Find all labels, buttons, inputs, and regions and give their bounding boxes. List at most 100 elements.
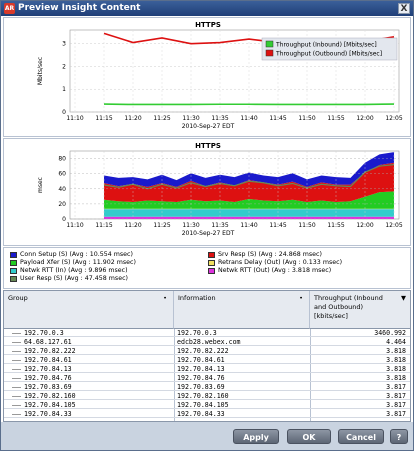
cell-throughput: 3.818 <box>386 356 406 364</box>
cell-group: 192.70.84.61 <box>24 356 72 364</box>
table-row[interactable]: 192.70.84.105 192.70.84.105 3.817 <box>4 401 410 409</box>
chart-title: HTTPS <box>195 142 221 150</box>
throughput-chart-panel: HTTPS 0 1 2 3 11:10 11:15 11:20 11:25 11:30 11:35 1… <box>3 17 411 137</box>
table-row[interactable]: 192.70.84.33 192.70.84.33 3.817 <box>4 410 410 418</box>
table-row[interactable]: 192.70.83.69 192.70.83.69 3.817 <box>4 383 410 391</box>
legend-label: Throughput (Outbound) [Mbits/sec] <box>275 51 382 58</box>
x-tick-label: 11:40 <box>240 222 257 229</box>
legend-item-retrans-delay: Retrans Delay (Out) (Avg : 0.133 msec) <box>208 259 342 266</box>
table-row[interactable]: 192.70.82.160 192.70.82.160 3.817 <box>4 392 410 400</box>
legend-item-srv-resp: Srv Resp (S) (Avg : 24.868 msec) <box>208 251 322 258</box>
title-bar[interactable]: AR Preview Insight Content X <box>1 1 413 16</box>
x-axis-label: 2010-Sep-27 EDT <box>182 230 235 237</box>
legend-label: Srv Resp (S) (Avg : 24.868 msec) <box>218 251 322 258</box>
tree-connector <box>12 333 21 334</box>
tree-connector <box>12 378 21 379</box>
close-button[interactable]: X <box>398 3 410 14</box>
legend-swatch <box>208 251 215 258</box>
cell-information: 192.70.84.33 <box>177 410 225 418</box>
x-tick-label: 11:15 <box>95 115 112 122</box>
table-row[interactable]: 64.68.127.61 edcb28.webex.com 4.464 <box>4 338 410 346</box>
table-row[interactable]: 192.70.84.76 192.70.84.76 3.818 <box>4 374 410 382</box>
x-tick-label: 12:05 <box>385 222 402 229</box>
tree-connector <box>12 414 21 415</box>
x-tick-label: 11:25 <box>153 115 170 122</box>
legend-swatch <box>208 259 215 266</box>
cell-information: 192.70.83.69 <box>177 383 225 391</box>
help-button[interactable]: ? <box>390 429 408 444</box>
sort-descending-icon: ▼ <box>401 294 406 302</box>
y-axis-label: Mbits/sec <box>37 57 44 85</box>
apply-button[interactable]: Apply <box>233 429 279 444</box>
tree-connector <box>12 396 21 397</box>
cell-group: 192.70.0.3 <box>24 329 64 337</box>
cell-group: 192.70.84.33 <box>24 410 72 418</box>
legend-swatch <box>10 259 17 266</box>
ok-button[interactable]: OK <box>287 429 331 444</box>
legend-swatch <box>10 251 17 258</box>
cell-throughput: 3.818 <box>386 347 406 355</box>
cell-throughput: 3.817 <box>386 401 406 409</box>
response-time-chart: HTTPS02040608011:10 11:15 11:20 11:25 11:30 1… <box>37 142 403 237</box>
x-tick-label: 11:40 <box>240 115 257 122</box>
x-tick-label: 12:05 <box>385 115 402 122</box>
cell-information: 192.70.84.13 <box>177 365 225 373</box>
area-netwk-rtt-out <box>104 216 394 219</box>
preview-insight-dialog: AR Preview Insight Content X HTTPS 0 1 2 3 11… <box>0 0 414 451</box>
legend-item-payload-xfer: Payload Xfer (S) (Avg : 11.902 msec) <box>10 259 136 266</box>
table-row[interactable]: 192.70.84.13 192.70.84.13 3.818 <box>4 365 410 373</box>
column-header-information[interactable]: Information • <box>174 291 310 329</box>
response-time-legend: Conn Setup (S) (Avg : 10.554 msec) Srv R… <box>3 247 411 289</box>
throughput-chart: HTTPS012311:10 11:15 11:20 11:25 11:30 11:35 1… <box>37 21 403 130</box>
column-header-throughput[interactable]: Throughput (Inbound and Outbound) [kbits… <box>310 291 410 329</box>
x-tick-label: 11:10 <box>66 115 83 122</box>
y-tick-label: 60 <box>58 171 66 178</box>
column-header-label: Information <box>178 294 216 302</box>
sort-dot-icon: • <box>299 294 303 302</box>
table-row[interactable]: 192.70.0.3 192.70.0.3 3460.992 <box>4 329 410 337</box>
x-tick-label: 11:50 <box>298 222 315 229</box>
tree-connector <box>12 369 21 370</box>
cell-throughput: 3460.992 <box>374 329 406 337</box>
legend-label: Payload Xfer (S) (Avg : 11.902 msec) <box>20 259 136 266</box>
cell-throughput: 4.464 <box>386 338 406 346</box>
y-tick-label: 1 <box>62 86 66 93</box>
column-header-label: Throughput (Inbound and Outbound) [kbits… <box>314 294 383 320</box>
column-header-group[interactable]: Group • <box>4 291 174 329</box>
cell-group: 192.70.84.13 <box>24 365 72 373</box>
tree-connector <box>12 360 21 361</box>
tree-connector <box>12 342 21 343</box>
cell-information: 192.70.84.61 <box>177 356 225 364</box>
legend-item-netwk-rtt-out: Netwk RTT (Out) (Avg : 3.818 msec) <box>208 267 331 274</box>
x-tick-label: 11:50 <box>298 115 315 122</box>
table-row[interactable]: 192.70.82.222 192.70.82.222 3.818 <box>4 347 410 355</box>
y-tick-label: 20 <box>58 201 66 208</box>
legend-label: Conn Setup (S) (Avg : 10.554 msec) <box>20 251 133 258</box>
cell-group: 192.70.84.76 <box>24 374 72 382</box>
cell-group: 192.70.82.222 <box>24 347 76 355</box>
table-row[interactable]: 192.70.84.61 192.70.84.61 3.818 <box>4 356 410 364</box>
app-logo-icon: AR <box>4 3 15 14</box>
tree-connector <box>12 387 21 388</box>
y-tick-label: 2 <box>62 63 66 70</box>
x-tick-label: 11:30 <box>182 115 199 122</box>
x-tick-label: 11:35 <box>211 222 228 229</box>
x-tick-label: 11:35 <box>211 115 228 122</box>
x-tick-label: 12:00 <box>356 115 373 122</box>
x-tick-label: 11:30 <box>182 222 199 229</box>
legend-swatch <box>265 40 274 48</box>
legend-swatch <box>10 267 17 274</box>
legend-label: Retrans Delay (Out) (Avg : 0.133 msec) <box>218 259 343 266</box>
cell-throughput: 3.817 <box>386 410 406 418</box>
cancel-button[interactable]: Cancel <box>338 429 384 444</box>
cell-group: 192.70.82.160 <box>24 392 76 400</box>
x-tick-label: 11:55 <box>327 222 344 229</box>
legend-item-conn-setup: Conn Setup (S) (Avg : 10.554 msec) <box>10 251 133 258</box>
cell-group: 192.70.84.105 <box>24 401 76 409</box>
x-axis-label: 2010-Sep-27 EDT <box>182 123 235 130</box>
legend-label: User Resp (S) (Avg : 47.458 msec) <box>20 275 128 282</box>
y-tick-label: 40 <box>58 186 66 193</box>
legend-label: Netwk RTT (In) (Avg : 9.896 msec) <box>20 267 128 274</box>
legend-swatch <box>208 267 215 274</box>
cell-information: edcb28.webex.com <box>177 338 241 346</box>
